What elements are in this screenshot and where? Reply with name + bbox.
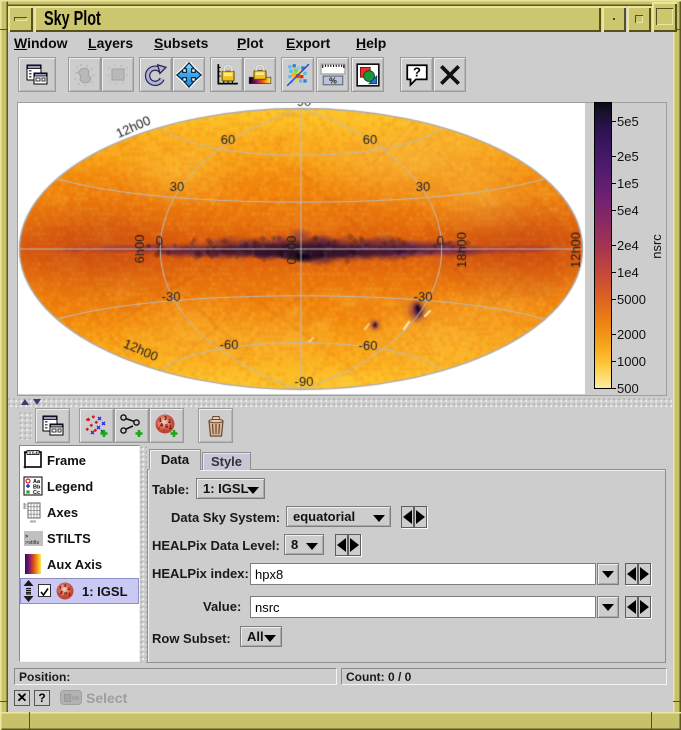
svg-text:Cc: Cc [33, 490, 40, 496]
svg-text:4: 4 [160, 423, 163, 429]
svg-text:3: 3 [164, 416, 167, 422]
svg-text:>stilts: >stilts [25, 540, 39, 546]
svg-text:1: 1 [169, 425, 172, 431]
svg-text:TITLE: TITLE [28, 451, 39, 455]
svg-text:%: % [329, 75, 337, 85]
svg-text:3: 3 [63, 583, 66, 588]
svg-text:0: 0 [64, 591, 67, 596]
svg-text:0: 0 [165, 424, 168, 430]
svg-text:xxx: xxx [30, 519, 36, 524]
svg-text:2: 2 [67, 586, 70, 591]
svg-text:?: ? [413, 64, 421, 79]
svg-text:4: 4 [60, 590, 63, 595]
svg-text:1: 1 [68, 592, 71, 597]
svg-text:yyy: yyy [22, 503, 27, 509]
